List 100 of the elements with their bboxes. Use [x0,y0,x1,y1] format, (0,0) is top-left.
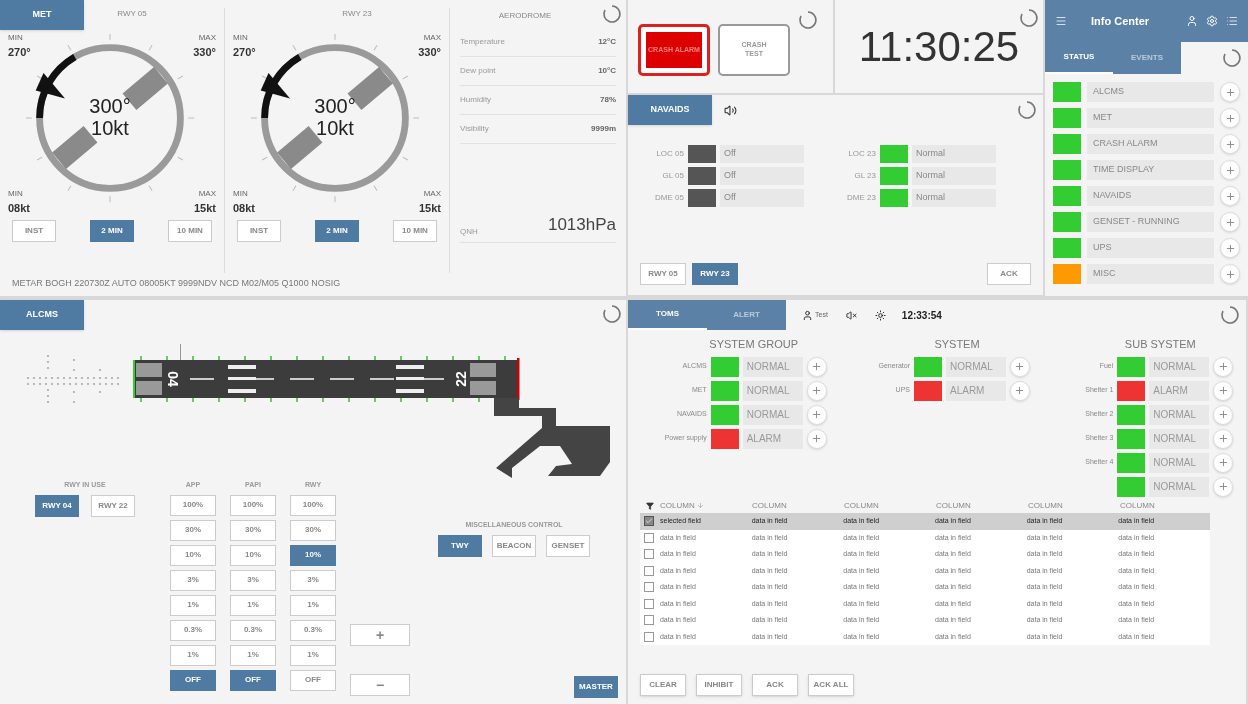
column-header[interactable]: COLUMN [752,499,787,512]
wind-direction: 300° [89,95,131,116]
intensity-button[interactable]: 30% [290,519,336,541]
intensity-button[interactable]: 1% [170,644,216,666]
add-button[interactable] [1220,82,1240,102]
add-button[interactable] [1213,356,1234,377]
settings-icon[interactable] [1206,15,1218,27]
status-field: Off [720,145,804,163]
averaging-mode-button[interactable]: INST [12,220,56,242]
add-button[interactable] [1213,380,1234,401]
add-button[interactable] [1220,186,1240,206]
row-checkbox[interactable] [644,565,654,576]
add-button[interactable] [1213,404,1234,425]
row-checkbox[interactable] [644,532,654,543]
intensity-button[interactable]: OFF [170,669,216,691]
intensity-button[interactable]: OFF [230,669,276,691]
intensity-button[interactable]: 1% [230,594,276,616]
row-checkbox[interactable] [644,615,654,626]
speaker-icon[interactable] [724,103,737,117]
intensity-button[interactable]: 1% [230,644,276,666]
averaging-mode-button[interactable]: 2 MIN [315,220,359,242]
panel-tab[interactable]: ALCMS [0,300,84,330]
add-button[interactable] [1220,108,1240,128]
intensity-button[interactable]: 1% [290,594,336,616]
toms-tab[interactable]: TOMS [628,300,707,330]
add-button[interactable] [806,356,827,377]
row-checkbox[interactable] [644,516,654,527]
control-button[interactable]: BEACON [492,534,536,557]
intensity-button[interactable]: 0.3% [170,619,216,641]
runway-button[interactable]: RWY 05 [640,263,686,285]
intensity-button[interactable]: 3% [290,569,336,591]
mute-icon[interactable] [845,309,857,321]
add-button[interactable] [1010,380,1030,401]
add-button[interactable] [1010,356,1030,377]
intensity-button[interactable]: 0.3% [290,619,336,641]
menu-icon[interactable] [1055,15,1067,27]
info-tab[interactable]: EVENTS [1113,42,1181,74]
toms-tab[interactable]: ALERT [707,300,786,330]
table-action-button[interactable]: ACK ALL [808,674,854,696]
column-header[interactable]: COLUMN [1028,499,1063,512]
intensity-button[interactable]: 10% [170,544,216,566]
column-header[interactable]: COLUMN [660,499,695,512]
runway-button[interactable]: RWY 04 [35,494,79,517]
add-button[interactable] [1220,134,1240,154]
intensity-button[interactable]: 0.3% [230,619,276,641]
user-icon[interactable] [802,309,813,321]
adjust-button[interactable]: + [350,624,410,646]
intensity-button[interactable]: OFF [290,669,336,691]
averaging-mode-button[interactable]: INST [237,220,281,242]
averaging-mode-button[interactable]: 10 MIN [393,220,437,242]
add-button[interactable] [1220,264,1240,284]
add-button[interactable] [806,380,827,401]
intensity-button[interactable]: 100% [290,494,336,516]
runway-button[interactable]: RWY 22 [91,494,135,517]
column-header[interactable]: COLUMN [936,499,971,512]
runway-button[interactable]: RWY 23 [692,263,738,285]
panel-tab[interactable]: MET [0,0,84,30]
panel-tab[interactable]: NAVAIDS [628,95,712,125]
averaging-mode-button[interactable]: 2 MIN [90,220,134,242]
column-header[interactable]: COLUMN [1120,499,1155,512]
add-button[interactable] [806,428,827,449]
list-icon[interactable] [1226,15,1238,27]
intensity-button[interactable]: 30% [230,519,276,541]
intensity-button[interactable]: 10% [230,544,276,566]
row-checkbox[interactable] [644,631,654,642]
ack-button[interactable]: ACK [987,263,1031,285]
add-button[interactable] [806,404,827,425]
table-action-button[interactable]: ACK [752,674,798,696]
status-field: MET [1087,108,1214,128]
column-header[interactable]: COLUMN [844,499,879,512]
row-checkbox[interactable] [644,582,654,593]
intensity-button[interactable]: 1% [170,594,216,616]
add-button[interactable] [1213,428,1234,449]
add-button[interactable] [1213,452,1234,473]
add-button[interactable] [1220,160,1240,180]
control-button[interactable]: TWY [438,534,482,557]
spinner-icon [1019,8,1039,28]
intensity-button[interactable]: 10% [290,544,336,566]
adjust-button[interactable]: − [350,674,410,696]
intensity-button[interactable]: 30% [170,519,216,541]
intensity-button[interactable]: 3% [230,569,276,591]
master-button[interactable]: MASTER [574,676,618,698]
add-button[interactable] [1220,238,1240,258]
intensity-button[interactable]: 100% [230,494,276,516]
plus-icon [1224,112,1236,124]
add-button[interactable] [1220,212,1240,232]
averaging-mode-button[interactable]: 10 MIN [168,220,212,242]
add-button[interactable] [1213,476,1234,497]
control-button[interactable]: GENSET [546,534,590,557]
sun-icon[interactable] [874,309,886,321]
table-action-button[interactable]: INHIBIT [696,674,742,696]
row-checkbox[interactable] [644,598,654,609]
info-tab[interactable]: STATUS [1045,42,1113,74]
intensity-button[interactable]: 3% [170,569,216,591]
table-action-button[interactable]: CLEAR [640,674,686,696]
runway-title: RWY 05 [117,8,147,20]
intensity-button[interactable]: 100% [170,494,216,516]
intensity-button[interactable]: 1% [290,644,336,666]
row-checkbox[interactable] [644,549,654,560]
user-icon[interactable] [1186,15,1198,27]
